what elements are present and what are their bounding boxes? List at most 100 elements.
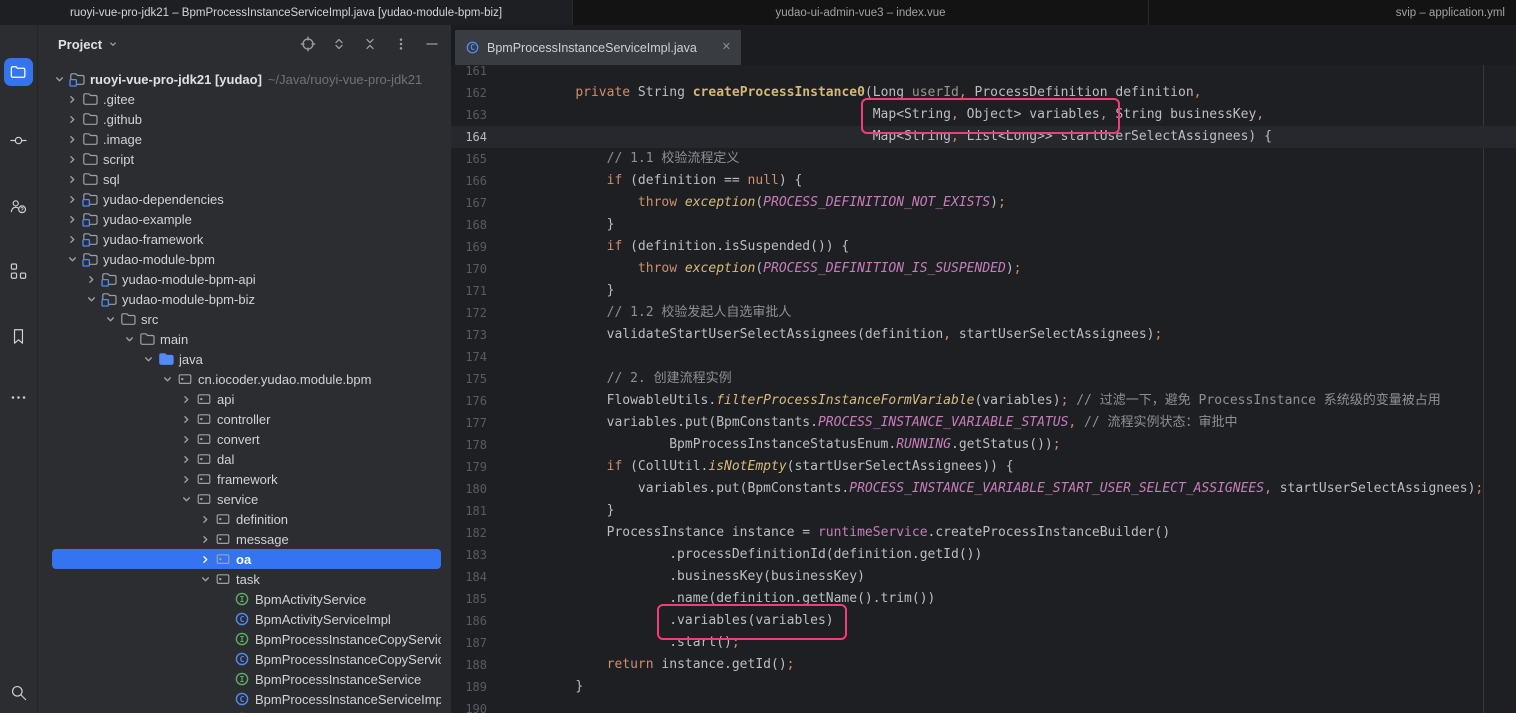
line-number[interactable]: 182 xyxy=(451,522,487,544)
expand-all-button[interactable] xyxy=(328,33,350,55)
chevron-right-icon[interactable] xyxy=(198,532,213,547)
line-number[interactable]: 163 xyxy=(451,104,487,126)
line-number[interactable]: 179 xyxy=(451,456,487,478)
chevron-right-icon[interactable] xyxy=(179,392,194,407)
close-icon[interactable]: ✕ xyxy=(722,42,731,53)
tree-item-yudao-dependencies[interactable]: yudao-dependencies xyxy=(52,189,441,209)
line-number[interactable]: 185 xyxy=(451,588,487,610)
line-number[interactable]: 165 xyxy=(451,148,487,170)
chevron-right-icon[interactable] xyxy=(179,432,194,447)
editor-tab[interactable]: C BpmProcessInstanceServiceImpl.java ✕ xyxy=(455,30,741,65)
chevron-right-icon[interactable] xyxy=(198,552,213,567)
line-number[interactable]: 166 xyxy=(451,170,487,192)
line-number[interactable]: 188 xyxy=(451,654,487,676)
tree-item-.github[interactable]: .github xyxy=(52,109,441,129)
tree-item-BpmActivityService[interactable]: IBpmActivityService xyxy=(52,589,441,609)
tree-item-java[interactable]: java xyxy=(52,349,441,369)
options-button[interactable] xyxy=(390,33,412,55)
tree-item-BpmTaskService[interactable]: IBpmTaskService xyxy=(52,709,441,713)
chevron-down-icon[interactable] xyxy=(84,292,99,307)
tree-item-yudao-example[interactable]: yudao-example xyxy=(52,209,441,229)
line-number[interactable]: 176 xyxy=(451,390,487,412)
line-number[interactable]: 178 xyxy=(451,434,487,456)
line-number[interactable]: 174 xyxy=(451,346,487,368)
hide-button[interactable] xyxy=(421,33,443,55)
chevron-right-icon[interactable] xyxy=(65,232,80,247)
tree-item-script[interactable]: script xyxy=(52,149,441,169)
chevron-right-icon[interactable] xyxy=(65,132,80,147)
stripe-button-commit[interactable] xyxy=(4,126,33,154)
chevron-down-icon[interactable] xyxy=(103,312,118,327)
tree-item-src[interactable]: src xyxy=(52,309,441,329)
stripe-button-bookmarks[interactable] xyxy=(4,322,33,350)
collapse-all-button[interactable] xyxy=(359,33,381,55)
chevron-right-icon[interactable] xyxy=(179,412,194,427)
tree-item-BpmProcessInstanceServiceImpl[interactable]: CBpmProcessInstanceServiceImpl xyxy=(52,689,441,709)
line-number[interactable]: 186 xyxy=(451,610,487,632)
tree-item-message[interactable]: message xyxy=(52,529,441,549)
chevron-right-icon[interactable] xyxy=(179,452,194,467)
chevron-right-icon[interactable] xyxy=(198,512,213,527)
tree-item-framework[interactable]: framework xyxy=(52,469,441,489)
tree-item-ruoyi-vue-pro-jdk21-yudao-[interactable]: ruoyi-vue-pro-jdk21 [yudao]~/Java/ruoyi-… xyxy=(52,69,441,89)
tree-item-yudao-module-bpm-api[interactable]: yudao-module-bpm-api xyxy=(52,269,441,289)
tree-item-BpmProcessInstanceCopyServiceImpl[interactable]: CBpmProcessInstanceCopyServiceImpl xyxy=(52,649,441,669)
line-number[interactable]: 172 xyxy=(451,302,487,324)
line-number[interactable]: 162 xyxy=(451,82,487,104)
line-number[interactable]: 173 xyxy=(451,324,487,346)
stripe-button-structure[interactable] xyxy=(4,257,33,285)
tree-item-service[interactable]: service xyxy=(52,489,441,509)
line-number[interactable]: 183 xyxy=(451,544,487,566)
line-number[interactable]: 180 xyxy=(451,478,487,500)
line-number[interactable]: 189 xyxy=(451,676,487,698)
line-number[interactable]: 175 xyxy=(451,368,487,390)
chevron-right-icon[interactable] xyxy=(65,192,80,207)
chevron-right-icon[interactable] xyxy=(65,172,80,187)
tree-item-cn.iocoder.yudao.module.bpm[interactable]: cn.iocoder.yudao.module.bpm xyxy=(52,369,441,389)
line-number[interactable]: 190 xyxy=(451,698,487,713)
tree-item-.gitee[interactable]: .gitee xyxy=(52,89,441,109)
tree-item-BpmProcessInstanceService[interactable]: IBpmProcessInstanceService xyxy=(52,669,441,689)
tree-item-main[interactable]: main xyxy=(52,329,441,349)
window-tab-active[interactable]: ruoyi-vue-pro-jdk21 – BpmProcessInstance… xyxy=(0,0,572,25)
tree-item-dal[interactable]: dal xyxy=(52,449,441,469)
tree-item-yudao-module-bpm[interactable]: yudao-module-bpm xyxy=(52,249,441,269)
chevron-down-icon[interactable] xyxy=(52,72,67,87)
select-opened-file-button[interactable] xyxy=(297,33,319,55)
project-panel-title[interactable]: Project xyxy=(58,37,120,52)
chevron-down-icon[interactable] xyxy=(179,492,194,507)
tree-item-sql[interactable]: sql xyxy=(52,169,441,189)
tree-item-yudao-framework[interactable]: yudao-framework xyxy=(52,229,441,249)
tree-item-task[interactable]: task xyxy=(52,569,441,589)
line-number[interactable]: 171 xyxy=(451,280,487,302)
chevron-down-icon[interactable] xyxy=(141,352,156,367)
chevron-right-icon[interactable] xyxy=(65,212,80,227)
tree-item-BpmActivityServiceImpl[interactable]: CBpmActivityServiceImpl xyxy=(52,609,441,629)
stripe-button-project[interactable] xyxy=(4,58,33,86)
line-number[interactable]: 177 xyxy=(451,412,487,434)
stripe-button-more-tool-windows[interactable] xyxy=(4,383,33,411)
tree-item-yudao-module-bpm-biz[interactable]: yudao-module-bpm-biz xyxy=(52,289,441,309)
chevron-down-icon[interactable] xyxy=(160,372,175,387)
tree-item-api[interactable]: api xyxy=(52,389,441,409)
chevron-down-icon[interactable] xyxy=(65,252,80,267)
code-editor[interactable]: 161162 private String createProcessInsta… xyxy=(451,65,1516,713)
line-number[interactable]: 187 xyxy=(451,632,487,654)
tree-item-convert[interactable]: convert xyxy=(52,429,441,449)
chevron-right-icon[interactable] xyxy=(65,152,80,167)
chevron-right-icon[interactable] xyxy=(84,272,99,287)
window-tab-3[interactable]: svip – application.yml xyxy=(1148,0,1516,25)
stripe-button-search[interactable] xyxy=(4,678,33,706)
line-number[interactable]: 164 xyxy=(451,126,487,148)
chevron-right-icon[interactable] xyxy=(65,112,80,127)
line-number[interactable]: 184 xyxy=(451,566,487,588)
line-number[interactable]: 170 xyxy=(451,258,487,280)
line-number[interactable]: 161 xyxy=(451,65,487,82)
chevron-down-icon[interactable] xyxy=(122,332,137,347)
chevron-down-icon[interactable] xyxy=(198,572,213,587)
window-tab-2[interactable]: yudao-ui-admin-vue3 – index.vue xyxy=(572,0,1148,25)
chevron-right-icon[interactable] xyxy=(65,92,80,107)
tree-item-definition[interactable]: definition xyxy=(52,509,441,529)
tree-item-oa[interactable]: oa xyxy=(52,549,441,569)
line-number[interactable]: 167 xyxy=(451,192,487,214)
